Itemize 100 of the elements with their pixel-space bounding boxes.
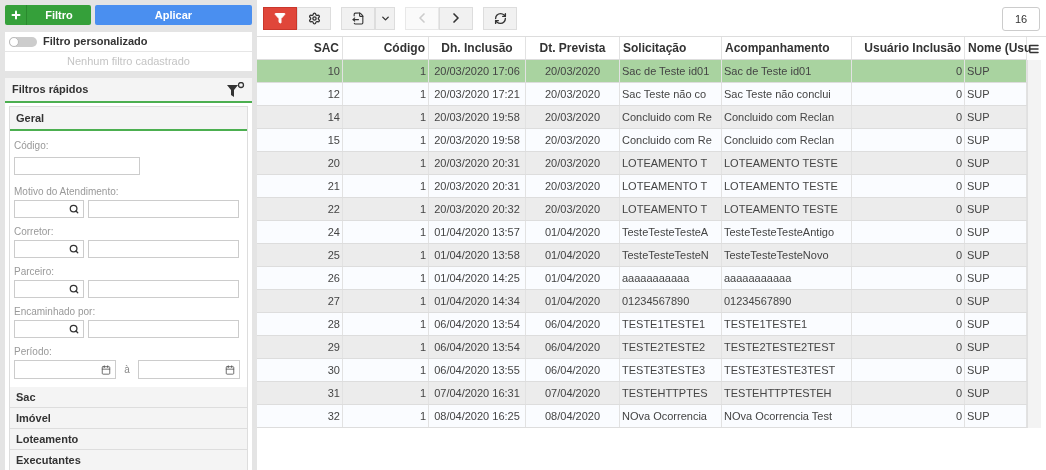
table-cell: LOTEAMENTO TESTE bbox=[722, 152, 852, 174]
table-cell: TesteTesteTesteN bbox=[620, 244, 722, 266]
table-cell: Sac de Teste id01 bbox=[620, 60, 722, 82]
table-cell: 0 bbox=[852, 382, 965, 404]
accordion-header[interactable]: Imóvel bbox=[10, 408, 247, 429]
field-label: Encaminhado por: bbox=[14, 305, 97, 319]
table-row[interactable]: 28 1 06/04/2020 13:54 06/04/2020 TESTE1TESTE1 TESTE1TESTE1 0 SUP bbox=[257, 313, 1027, 336]
table-cell: 1 bbox=[343, 405, 429, 427]
column-header[interactable]: Dt. Prevista bbox=[526, 37, 620, 59]
table-cell: Sac Teste não conclui bbox=[722, 83, 852, 105]
column-header[interactable]: Código bbox=[343, 37, 429, 59]
table-row[interactable]: 20 1 20/03/2020 20:31 20/03/2020 LOTEAMENTO T LOTEAMENTO TESTE 0 SUP bbox=[257, 152, 1027, 175]
table-cell: 20/03/2020 19:58 bbox=[429, 129, 526, 151]
table-cell: 20/03/2020 bbox=[526, 106, 620, 128]
table-cell: 1 bbox=[343, 175, 429, 197]
input-field[interactable] bbox=[88, 240, 239, 258]
table-cell: 14 bbox=[257, 106, 343, 128]
table-cell: 01/04/2020 14:34 bbox=[429, 290, 526, 312]
table-cell: 25 bbox=[257, 244, 343, 266]
plus-icon bbox=[9, 9, 22, 21]
accordion-header[interactable]: Loteamento bbox=[10, 429, 247, 450]
table-cell: 01/04/2020 bbox=[526, 221, 620, 243]
table-cell: Concluido com Re bbox=[620, 129, 722, 151]
table-row[interactable]: 32 1 08/04/2020 16:25 08/04/2020 NOva Ocorrencia NOva Ocorrencia Test 0 SUP bbox=[257, 405, 1027, 428]
accordion-header[interactable]: Executantes bbox=[10, 450, 247, 470]
table-cell: 1 bbox=[343, 60, 429, 82]
calendar-icon bbox=[225, 364, 235, 375]
table-cell: 1 bbox=[343, 83, 429, 105]
column-header[interactable]: Acompanhamento bbox=[722, 37, 852, 59]
table-row[interactable]: 22 1 20/03/2020 20:32 20/03/2020 LOTEAMENTO T LOTEAMENTO TESTE 0 SUP bbox=[257, 198, 1027, 221]
input-field[interactable] bbox=[88, 200, 239, 218]
table-row[interactable]: 15 1 20/03/2020 19:58 20/03/2020 Concluido com Re Concluido com Reclan 0 SUP bbox=[257, 129, 1027, 152]
table-cell: 1 bbox=[343, 313, 429, 335]
table-cell: 20/03/2020 bbox=[526, 175, 620, 197]
scrollbar[interactable] bbox=[1027, 60, 1041, 428]
table-cell: 01/04/2020 14:25 bbox=[429, 267, 526, 289]
table-row[interactable]: 25 1 01/04/2020 13:58 01/04/2020 TesteTesteTesteN TesteTesteTesteNovo 0 SUP bbox=[257, 244, 1027, 267]
table-cell: LOTEAMENTO T bbox=[620, 152, 722, 174]
table-cell: 0 bbox=[852, 313, 965, 335]
table-cell: Concluido com Reclan bbox=[722, 106, 852, 128]
column-header[interactable]: Usuário Inclusão bbox=[852, 37, 965, 59]
input-field[interactable] bbox=[14, 157, 140, 175]
table-row[interactable]: 14 1 20/03/2020 19:58 20/03/2020 Concluido com Re Concluido com Reclan 0 SUP bbox=[257, 106, 1027, 129]
table-row[interactable]: 10 1 20/03/2020 17:06 20/03/2020 Sac de Teste id01 Sac de Teste id01 0 SUP bbox=[257, 60, 1027, 83]
table-row[interactable]: 21 1 20/03/2020 20:31 20/03/2020 LOTEAMENTO T LOTEAMENTO TESTE 0 SUP bbox=[257, 175, 1027, 198]
lookup-field[interactable] bbox=[14, 240, 84, 258]
table-cell: 06/04/2020 bbox=[526, 313, 620, 335]
table-cell: TesteTesteTesteNovo bbox=[722, 244, 852, 266]
table-cell: 0 bbox=[852, 290, 965, 312]
search-icon bbox=[69, 284, 79, 294]
table-cell: 20/03/2020 bbox=[526, 152, 620, 174]
table-cell: 0 bbox=[852, 244, 965, 266]
table-row[interactable]: 30 1 06/04/2020 13:55 06/04/2020 TESTE3TESTE3 TESTE3TESTE3TEST 0 SUP bbox=[257, 359, 1027, 382]
table-row[interactable]: 12 1 20/03/2020 17:21 20/03/2020 Sac Teste não co Sac Teste não conclui 0 SUP bbox=[257, 83, 1027, 106]
table-cell: 0 bbox=[852, 60, 965, 82]
lookup-field[interactable] bbox=[14, 280, 84, 298]
lookup-field[interactable] bbox=[14, 200, 84, 218]
date-field[interactable] bbox=[14, 360, 116, 379]
file-export-icon bbox=[351, 11, 365, 25]
table-cell: 06/04/2020 bbox=[526, 336, 620, 358]
lookup-field[interactable] bbox=[14, 320, 84, 338]
column-header[interactable]: Dh. Inclusão bbox=[429, 37, 526, 59]
field-label: Período: bbox=[14, 345, 53, 359]
accordion-header[interactable]: Geral bbox=[10, 107, 247, 131]
date-field[interactable] bbox=[138, 360, 240, 379]
table-row[interactable]: 31 1 07/04/2020 16:31 07/04/2020 TESTEHTTPTES TESTEHTTPTESTEH 0 SUP bbox=[257, 382, 1027, 405]
table-cell: 0 bbox=[852, 221, 965, 243]
toolbar-button[interactable] bbox=[263, 6, 297, 30]
table-cell: 20/03/2020 20:31 bbox=[429, 175, 526, 197]
table-cell: TESTEHTTPTESTEH bbox=[722, 382, 852, 404]
table-cell: TESTE1TESTE1 bbox=[620, 313, 722, 335]
field-label: Código: bbox=[14, 139, 50, 153]
table-cell: 06/04/2020 13:54 bbox=[429, 336, 526, 358]
table-cell: 1 bbox=[343, 359, 429, 381]
column-header[interactable]: SAC bbox=[257, 37, 343, 59]
table-row[interactable]: 27 1 01/04/2020 14:34 01/04/2020 01234567890 01234567890 0 SUP bbox=[257, 290, 1027, 313]
table-cell: 12 bbox=[257, 83, 343, 105]
table-cell: 0 bbox=[852, 152, 965, 174]
table-row[interactable]: 26 1 01/04/2020 14:25 01/04/2020 aaaaaaaaaaa aaaaaaaaaaa 0 SUP bbox=[257, 267, 1027, 290]
toggle-switch[interactable] bbox=[9, 36, 37, 47]
settings-icon bbox=[307, 11, 321, 25]
table-row[interactable]: 24 1 01/04/2020 13:57 01/04/2020 TesteTesteTesteA TesteTesteTesteAntigo 0 SUP bbox=[257, 221, 1027, 244]
input-field[interactable] bbox=[88, 280, 239, 298]
table-cell: 1 bbox=[343, 290, 429, 312]
column-header[interactable]: Solicitação bbox=[620, 37, 722, 59]
table-cell: 31 bbox=[257, 382, 343, 404]
table-cell: 1 bbox=[343, 336, 429, 358]
table-cell: 0 bbox=[852, 175, 965, 197]
accordion-header[interactable]: Sac bbox=[10, 387, 247, 408]
table-row[interactable]: 29 1 06/04/2020 13:54 06/04/2020 TESTE2TESTE2 TESTE2TESTE2TEST 0 SUP bbox=[257, 336, 1027, 359]
table-cell: Sac Teste não co bbox=[620, 83, 722, 105]
table-cell: 27 bbox=[257, 290, 343, 312]
input-field[interactable] bbox=[88, 320, 239, 338]
filter-settings-icon[interactable] bbox=[227, 81, 245, 98]
table-cell: TESTE3TESTE3 bbox=[620, 359, 722, 381]
toggle-label: Filtro personalizado bbox=[43, 34, 148, 50]
table-cell: TESTE2TESTE2 bbox=[620, 336, 722, 358]
table-cell: 26 bbox=[257, 267, 343, 289]
table-cell: LOTEAMENTO T bbox=[620, 175, 722, 197]
table-cell: aaaaaaaaaaa bbox=[722, 267, 852, 289]
